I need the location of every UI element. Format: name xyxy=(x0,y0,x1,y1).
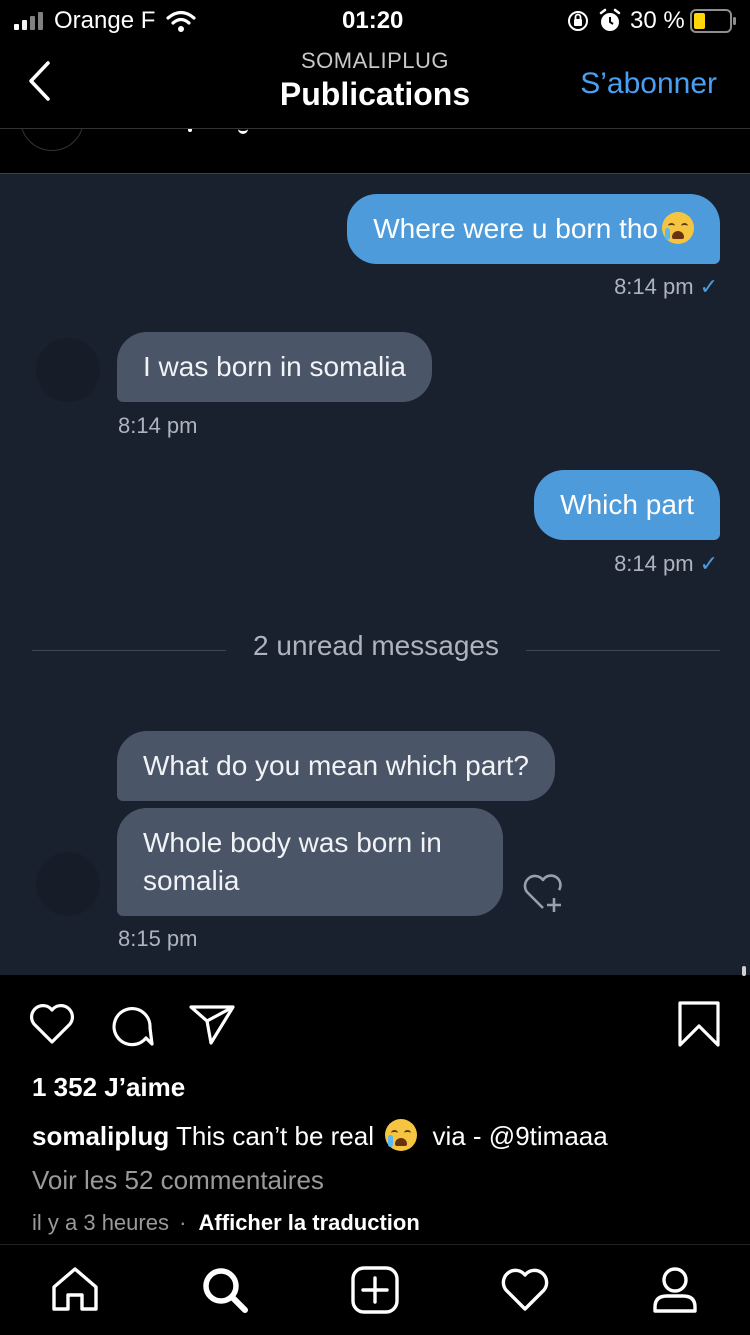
wifi-icon xyxy=(166,10,196,32)
avatar[interactable] xyxy=(20,129,84,151)
outgoing-message: Which part xyxy=(534,470,720,540)
translate-link[interactable]: Afficher la traduction xyxy=(199,1210,420,1235)
heart-plus-icon xyxy=(523,874,562,912)
unread-divider-line xyxy=(526,650,720,651)
message-text: Which part xyxy=(560,489,694,520)
outgoing-message: Where were u born tho xyxy=(347,194,720,264)
navigation-bar: SOMALIPLUG Publications S’abonner xyxy=(0,40,750,128)
caption-text: This can’t be real xyxy=(176,1121,374,1151)
search-icon[interactable] xyxy=(200,1265,250,1315)
read-check-icon: ✓ xyxy=(699,551,718,576)
unread-divider: 2 unread messages xyxy=(253,630,499,661)
orientation-lock-icon xyxy=(568,11,588,31)
unread-divider-line xyxy=(32,650,226,651)
message-timestamp: 8:14 pm ✓ xyxy=(614,551,718,576)
message-timestamp: 8:14 pm xyxy=(118,413,198,438)
incoming-message: I was born in somalia xyxy=(117,332,433,402)
battery-percent: 30 % xyxy=(630,7,685,34)
crying-emoji-icon xyxy=(385,1119,418,1151)
message-timestamp: 8:14 pm ✓ xyxy=(614,274,718,299)
profile-icon[interactable] xyxy=(650,1265,700,1315)
incoming-message: What do you mean which part? xyxy=(117,731,555,801)
scroll-indicator xyxy=(742,966,746,976)
post-meta: il y a 3 heures · Afficher la traduction xyxy=(32,1210,420,1236)
post-header-scrolled xyxy=(0,129,750,173)
home-icon[interactable] xyxy=(50,1265,100,1315)
crying-emoji-icon xyxy=(662,212,694,244)
message-text: What do you mean which part? xyxy=(143,750,529,781)
tab-bar xyxy=(0,1244,750,1335)
view-comments-link[interactable]: Voir les 52 commentaires xyxy=(32,1165,324,1196)
avatar xyxy=(36,338,100,402)
status-bar: Orange F 01:20 30 % xyxy=(0,0,750,40)
heart-icon[interactable] xyxy=(28,1002,76,1046)
incoming-message: Whole body was born in somalia xyxy=(117,808,503,916)
signal-icon xyxy=(14,12,48,30)
message-text: I was born in somalia xyxy=(143,351,407,382)
read-check-icon: ✓ xyxy=(699,274,718,299)
post-caption: somaliplug This can’t be real via - @9ti… xyxy=(32,1119,608,1152)
clock: 01:20 xyxy=(342,7,404,34)
battery-icon xyxy=(690,9,736,33)
likes-count[interactable]: 1 352 J’aime xyxy=(32,1072,185,1103)
message-text: Whole body was born in somalia xyxy=(143,827,442,896)
post-image-chat[interactable]: Where were u born tho 8:14 pm ✓ I was bor… xyxy=(0,173,750,976)
message-timestamp: 8:15 pm xyxy=(118,926,198,951)
caption-username[interactable]: somaliplug xyxy=(32,1121,169,1151)
comment-icon[interactable] xyxy=(108,1002,156,1048)
username-fragment xyxy=(184,129,254,134)
share-icon[interactable] xyxy=(188,1002,236,1046)
caption-suffix[interactable]: via - @9timaaa xyxy=(432,1121,607,1151)
message-text: Where were u born tho xyxy=(373,213,658,244)
separator: · xyxy=(179,1210,187,1235)
carrier-label: Orange F xyxy=(54,7,156,34)
bookmark-icon[interactable] xyxy=(677,1000,721,1048)
activity-heart-icon[interactable] xyxy=(500,1265,550,1315)
timestamp: il y a 3 heures xyxy=(32,1210,169,1235)
add-post-icon[interactable] xyxy=(350,1265,400,1315)
follow-button[interactable]: S’abonner xyxy=(580,67,717,101)
avatar xyxy=(36,852,100,916)
alarm-icon xyxy=(599,8,621,31)
